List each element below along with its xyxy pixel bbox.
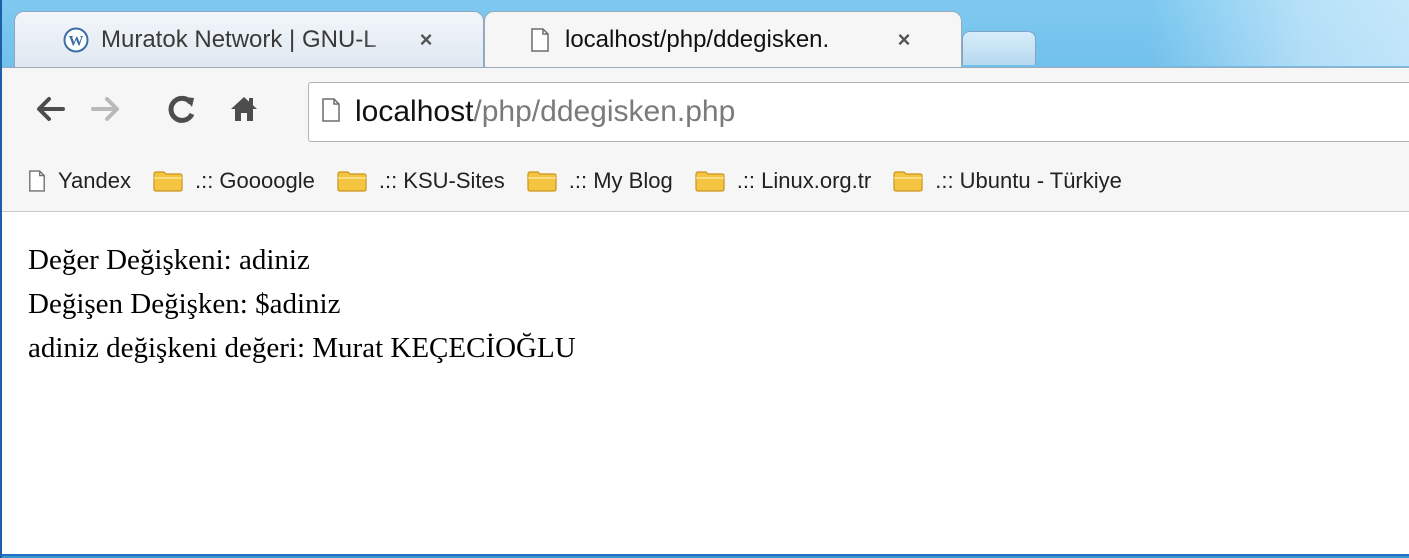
bookmark-label: Yandex <box>58 168 131 193</box>
tab-title: Muratok Network | GNU-L <box>101 25 377 53</box>
bookmark-label: .:: Ubuntu - Türkiye <box>935 168 1122 193</box>
folder-icon <box>893 170 923 192</box>
bookmark-folder-linux-org-tr[interactable]: .:: Linux.org.tr <box>695 168 872 194</box>
svg-text:W: W <box>69 33 84 49</box>
reload-button[interactable] <box>162 88 202 130</box>
bookmark-label: .:: KSU-Sites <box>378 168 505 193</box>
bookmark-folder-ubuntu-turkiye[interactable]: .:: Ubuntu - Türkiye <box>893 168 1122 194</box>
tab-muratok-network[interactable]: W Muratok Network | GNU-L × <box>14 11 484 67</box>
bookmark-folder-ksu-sites[interactable]: .:: KSU-Sites <box>337 168 505 194</box>
bookmark-folder-goooogle[interactable]: .:: Goooogle <box>153 168 315 194</box>
wordpress-icon: W <box>63 27 89 53</box>
back-arrow-icon <box>37 97 65 121</box>
bookmark-yandex[interactable]: Yandex <box>28 168 131 194</box>
home-icon <box>231 97 257 121</box>
bookmark-label: .:: Goooogle <box>194 168 315 193</box>
reload-icon <box>168 95 195 123</box>
forward-arrow-icon <box>91 97 119 121</box>
folder-icon <box>153 170 183 192</box>
folder-icon <box>695 170 725 192</box>
page-content: Değer Değişkeni: adiniz Değişen Değişken… <box>2 212 1409 556</box>
output-line: adiniz değişkeni değeri: Murat KEÇECİOĞL… <box>28 332 576 364</box>
close-tab-button[interactable]: × <box>413 27 439 53</box>
toolbar: localhost/php/ddegisken.php <box>2 67 1409 152</box>
bookmarks-bar: Yandex .:: Goooogle .:: KSU-Sites .:: My… <box>2 151 1409 212</box>
forward-button[interactable] <box>86 88 126 130</box>
bookmark-label: .:: My Blog <box>568 168 673 193</box>
folder-icon <box>337 170 367 192</box>
new-tab-button[interactable] <box>962 31 1036 65</box>
back-button[interactable] <box>30 88 70 130</box>
address-bar[interactable]: localhost/php/ddegisken.php <box>308 82 1409 142</box>
page-icon <box>321 97 341 127</box>
page-icon <box>28 170 46 192</box>
output-line: Değişen Değişken: $adiniz <box>28 288 341 320</box>
url-host: localhost <box>355 95 474 128</box>
close-tab-button[interactable]: × <box>891 27 917 53</box>
tab-strip: W Muratok Network | GNU-L × localhost/ph… <box>0 0 1409 70</box>
page-icon <box>527 27 553 53</box>
bookmark-folder-my-blog[interactable]: .:: My Blog <box>527 168 673 194</box>
bookmark-label: .:: Linux.org.tr <box>736 168 872 193</box>
folder-icon <box>527 170 557 192</box>
tab-title: localhost/php/ddegisken. <box>565 25 830 53</box>
home-button[interactable] <box>224 88 264 130</box>
output-line: Değer Değişkeni: adiniz <box>28 244 310 276</box>
tab-localhost[interactable]: localhost/php/ddegisken. × <box>484 11 962 67</box>
url-path: /php/ddegisken.php <box>473 95 736 128</box>
